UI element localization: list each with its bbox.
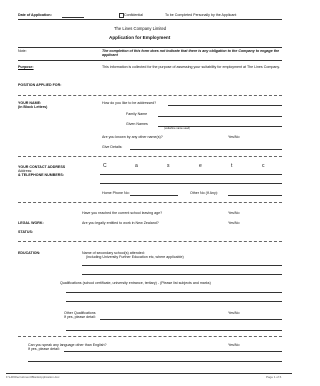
confidential-label: Confidential: [124, 13, 143, 17]
other-qualifications-yes-no[interactable]: Yes/No: [228, 311, 239, 315]
other-names-question: Are you known by any other name(s)?: [102, 135, 163, 139]
given-names-label: Given Names: [126, 122, 148, 126]
school-field-line-1[interactable]: [82, 265, 282, 266]
name-sublabel: (in Block Letters): [18, 105, 48, 109]
note-text: The completion of this form does not ind…: [102, 49, 280, 58]
case-letter-6: c: [262, 163, 265, 169]
language-detail-field[interactable]: [64, 351, 282, 352]
legal-work-label: LEGAL WORK:: [18, 221, 44, 225]
name-section-divider: [18, 156, 282, 157]
date-label: Date of Application:: [18, 13, 52, 17]
give-details-label: Give Details:: [102, 145, 123, 149]
position-label: POSITION APPLIED FOR:: [18, 83, 62, 87]
purpose-text: This information is collected for the pu…: [102, 65, 280, 69]
purpose-label: Purpose:: [18, 65, 34, 69]
give-details-field[interactable]: [130, 149, 282, 150]
form-title: Application for Employment: [109, 35, 171, 40]
case-letter-3: s: [167, 163, 170, 169]
underline-hint: (underline name used): [164, 127, 190, 130]
phone-section-label: & TELEPHONE NUMBERS:: [18, 173, 64, 177]
home-phone-field[interactable]: [130, 195, 178, 196]
family-name-field[interactable]: [158, 116, 282, 117]
date-field[interactable]: [62, 17, 84, 18]
completed-by-note: To be Completed Personally by the Applic…: [165, 13, 237, 17]
addressed-field[interactable]: [168, 105, 282, 106]
footer-page-number: Page 1 of 6: [266, 375, 282, 379]
legal-section-divider: [18, 241, 282, 242]
school-age-yes-no[interactable]: Yes/No: [228, 211, 239, 215]
qualifications-line-1[interactable]: [66, 292, 282, 293]
address-line-2[interactable]: [100, 183, 282, 184]
addressed-label: How do you like to be addressed?: [102, 101, 157, 105]
other-phone-label: Other No (If Any):: [190, 191, 218, 195]
case-letter-1: C: [103, 163, 107, 169]
other-names-yes-no[interactable]: Yes/No: [228, 135, 239, 139]
school-field-line-2[interactable]: [82, 274, 282, 275]
other-phone-field[interactable]: [228, 195, 282, 196]
entitled-question: Are you legally entitled to work in New …: [82, 221, 159, 225]
school-attended-sublabel: (including University Further Education …: [86, 255, 184, 259]
status-label: STATUS:: [18, 230, 34, 234]
language-detail-label: If yes, please detail:: [28, 347, 60, 351]
footer-rule: [6, 373, 292, 374]
note-bottom-rule: [18, 60, 282, 61]
language-detail-line-2[interactable]: [28, 361, 282, 362]
contact-section-divider: [18, 202, 282, 203]
case-letter-5: t: [231, 163, 233, 169]
company-name: The Lines Company Limited: [114, 26, 167, 31]
home-phone-label: Home Phone No:: [102, 191, 130, 195]
education-section-divider: [18, 336, 282, 337]
note-top-rule: [18, 47, 282, 48]
other-qualifications-detail-label: If yes, please detail:: [64, 315, 96, 319]
note-label: Note:: [18, 49, 27, 53]
address-line-1[interactable]: [100, 174, 282, 175]
footer-file-path: F:\HR\Recruitment\BlankApplication.doc: [6, 375, 60, 379]
position-field[interactable]: [18, 95, 282, 96]
family-name-label: Family Name: [126, 112, 148, 116]
other-qualifications-field[interactable]: [100, 319, 282, 320]
other-qualifications-line-2[interactable]: [66, 330, 282, 331]
case-letter-2: a: [135, 163, 138, 169]
language-yes-no[interactable]: Yes/No: [228, 343, 239, 347]
header-divider: [18, 19, 282, 20]
case-letter-4: e: [199, 163, 202, 169]
qualifications-label: Qualifications (school certificate, univ…: [60, 281, 211, 285]
education-label: EDUCATION:: [18, 251, 41, 255]
entitled-yes-no[interactable]: Yes/No: [228, 221, 239, 225]
qualifications-line-2[interactable]: [66, 301, 282, 302]
school-age-question: Have you reached the current school leav…: [82, 211, 163, 215]
